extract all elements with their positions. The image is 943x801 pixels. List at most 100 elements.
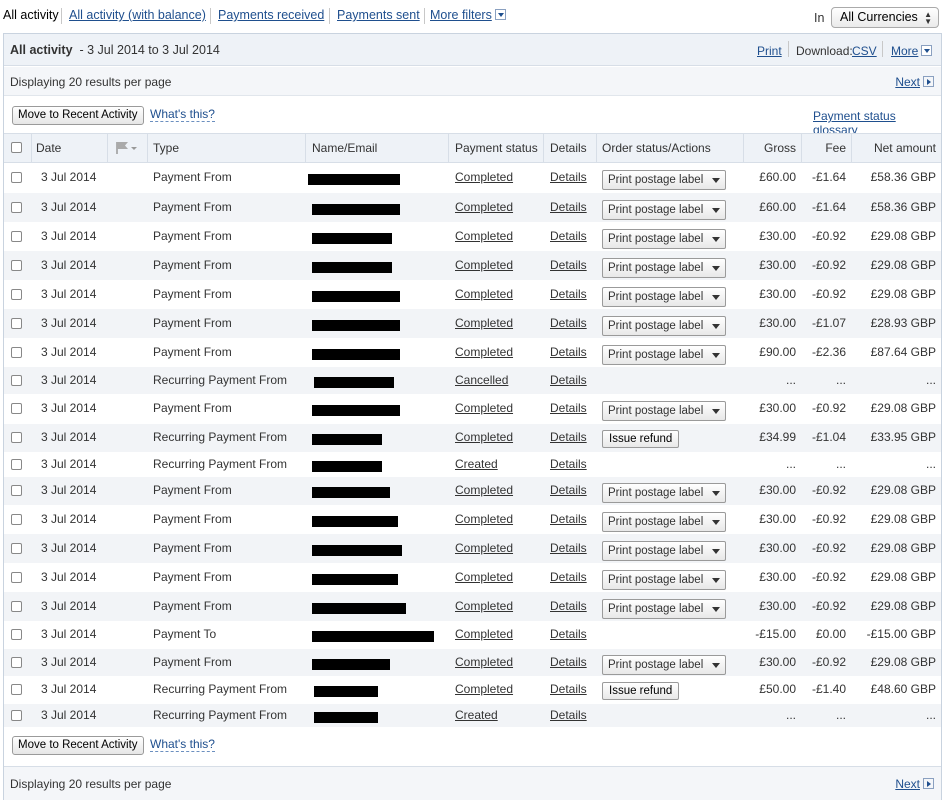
row-payment-status-link[interactable]: Completed — [455, 170, 513, 184]
tab-all-activity-with-balance[interactable]: All activity (with balance) — [69, 8, 206, 22]
print-postage-label-select[interactable]: Print postage label — [602, 655, 726, 675]
more-download-dropdown[interactable]: More — [891, 44, 933, 58]
row-checkbox[interactable] — [11, 375, 22, 386]
next-link[interactable]: Next — [895, 777, 920, 791]
row-payment-status-link[interactable]: Completed — [455, 430, 513, 444]
row-payment-status-link[interactable]: Completed — [455, 655, 513, 669]
row-checkbox[interactable] — [11, 684, 22, 695]
row-payment-status-link[interactable]: Completed — [455, 682, 513, 696]
row-details-link[interactable]: Details — [550, 682, 587, 696]
row-payment-status-link[interactable]: Completed — [455, 401, 513, 415]
csv-download-link[interactable]: CSV — [852, 44, 877, 58]
print-postage-label-select[interactable]: Print postage label — [602, 483, 726, 503]
row-details-link[interactable]: Details — [550, 599, 587, 613]
chevron-down-icon[interactable] — [494, 9, 506, 20]
row-details-link[interactable]: Details — [550, 258, 587, 272]
row-details-link[interactable]: Details — [550, 708, 587, 722]
row-payment-status-link[interactable]: Completed — [455, 512, 513, 526]
tab-payments-received[interactable]: Payments received — [218, 8, 324, 22]
row-payment-status-link[interactable]: Completed — [455, 200, 513, 214]
row-checkbox[interactable] — [11, 260, 22, 271]
move-to-recent-activity-button[interactable]: Move to Recent Activity — [12, 736, 144, 755]
row-details-link[interactable]: Details — [550, 430, 587, 444]
row-details-link[interactable]: Details — [550, 541, 587, 555]
column-flag[interactable] — [108, 134, 148, 162]
whats-this-link[interactable]: What's this? — [150, 107, 215, 122]
row-payment-status-link[interactable]: Completed — [455, 229, 513, 243]
chevron-down-icon[interactable] — [921, 45, 933, 56]
tab-all-activity[interactable]: All activity — [3, 8, 59, 22]
row-checkbox[interactable] — [11, 543, 22, 554]
row-checkbox[interactable] — [11, 231, 22, 242]
row-details-link[interactable]: Details — [550, 200, 587, 214]
row-details-link[interactable]: Details — [550, 345, 587, 359]
row-payment-status-link[interactable]: Completed — [455, 541, 513, 555]
row-payment-status-link[interactable]: Completed — [455, 258, 513, 272]
row-checkbox[interactable] — [11, 289, 22, 300]
row-payment-status-link[interactable]: Completed — [455, 570, 513, 584]
row-checkbox[interactable] — [11, 601, 22, 612]
row-checkbox[interactable] — [11, 572, 22, 583]
print-postage-label-select[interactable]: Print postage label — [602, 200, 726, 220]
row-details-link[interactable]: Details — [550, 655, 587, 669]
row-payment-status-link[interactable]: Completed — [455, 627, 513, 641]
currency-select[interactable]: All Currencies ▲ ▼ — [831, 7, 939, 28]
column-payment-status[interactable]: Payment status — [449, 134, 544, 162]
move-to-recent-activity-button[interactable]: Move to Recent Activity — [12, 106, 144, 125]
row-details-link[interactable]: Details — [550, 457, 587, 471]
row-payment-status-link[interactable]: Created — [455, 457, 498, 471]
column-name-email[interactable]: Name/Email — [306, 134, 449, 162]
print-postage-label-select[interactable]: Print postage label — [602, 229, 726, 249]
print-postage-label-select[interactable]: Print postage label — [602, 316, 726, 336]
row-payment-status-link[interactable]: Completed — [455, 345, 513, 359]
row-checkbox[interactable] — [11, 459, 22, 470]
row-details-link[interactable]: Details — [550, 401, 587, 415]
print-postage-label-select[interactable]: Print postage label — [602, 541, 726, 561]
row-payment-status-link[interactable]: Completed — [455, 599, 513, 613]
select-all-checkbox[interactable] — [11, 142, 22, 153]
more-filters-dropdown[interactable]: More filters — [430, 8, 506, 22]
row-details-link[interactable]: Details — [550, 316, 587, 330]
row-details-link[interactable]: Details — [550, 373, 587, 387]
row-checkbox[interactable] — [11, 318, 22, 329]
row-checkbox[interactable] — [11, 403, 22, 414]
print-postage-label-select[interactable]: Print postage label — [602, 287, 726, 307]
row-payment-status-link[interactable]: Cancelled — [455, 373, 508, 387]
print-link[interactable]: Print — [757, 44, 782, 58]
next-arrow-icon[interactable] — [923, 778, 934, 789]
column-gross[interactable]: Gross — [744, 134, 802, 162]
row-checkbox[interactable] — [11, 514, 22, 525]
row-details-link[interactable]: Details — [550, 512, 587, 526]
row-details-link[interactable]: Details — [550, 170, 587, 184]
column-type[interactable]: Type — [148, 134, 306, 162]
row-details-link[interactable]: Details — [550, 483, 587, 497]
row-checkbox[interactable] — [11, 485, 22, 496]
next-page[interactable]: Next — [895, 75, 934, 89]
issue-refund-button[interactable]: Issue refund — [602, 682, 680, 700]
row-payment-status-link[interactable]: Completed — [455, 483, 513, 497]
column-net-amount[interactable]: Net amount — [852, 134, 941, 162]
column-date[interactable]: Date — [32, 134, 108, 162]
next-link[interactable]: Next — [895, 75, 920, 89]
row-checkbox[interactable] — [11, 432, 22, 443]
row-checkbox[interactable] — [11, 347, 22, 358]
row-payment-status-link[interactable]: Completed — [455, 287, 513, 301]
print-postage-label-select[interactable]: Print postage label — [602, 258, 726, 278]
next-arrow-icon[interactable] — [923, 76, 934, 87]
row-checkbox[interactable] — [11, 202, 22, 213]
row-checkbox[interactable] — [11, 629, 22, 640]
tab-payments-sent[interactable]: Payments sent — [337, 8, 420, 22]
row-details-link[interactable]: Details — [550, 570, 587, 584]
more-download-label[interactable]: More — [891, 44, 918, 58]
row-details-link[interactable]: Details — [550, 287, 587, 301]
print-postage-label-select[interactable]: Print postage label — [602, 599, 726, 619]
row-payment-status-link[interactable]: Created — [455, 708, 498, 722]
row-checkbox[interactable] — [11, 710, 22, 721]
whats-this-link[interactable]: What's this? — [150, 737, 215, 752]
more-filters-label[interactable]: More filters — [430, 8, 492, 22]
print-postage-label-select[interactable]: Print postage label — [602, 401, 726, 421]
row-checkbox[interactable] — [11, 172, 22, 183]
print-postage-label-select[interactable]: Print postage label — [602, 570, 726, 590]
next-page[interactable]: Next — [895, 777, 934, 791]
row-details-link[interactable]: Details — [550, 627, 587, 641]
